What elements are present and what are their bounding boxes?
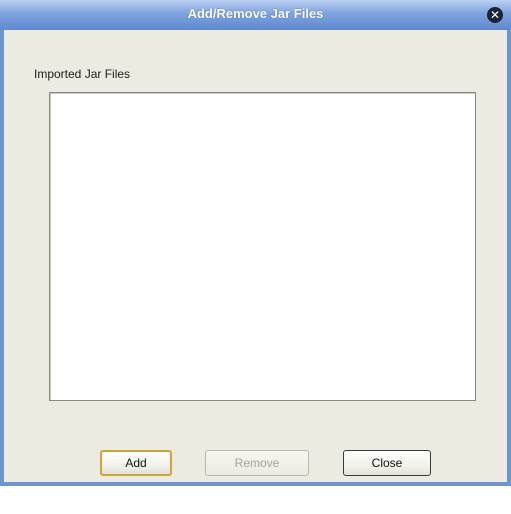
add-remove-jar-files-dialog: Add/Remove Jar Files ✕ Imported Jar File… xyxy=(0,0,511,486)
dialog-title: Add/Remove Jar Files xyxy=(187,6,324,21)
add-button[interactable]: Add xyxy=(100,450,172,476)
imported-jar-files-list[interactable] xyxy=(49,92,476,401)
close-icon[interactable]: ✕ xyxy=(487,7,503,23)
remove-button: Remove xyxy=(205,450,309,476)
close-button[interactable]: Close xyxy=(343,450,431,476)
title-bar[interactable]: Add/Remove Jar Files ✕ xyxy=(0,0,511,30)
imported-jar-files-label: Imported Jar Files xyxy=(34,67,131,81)
